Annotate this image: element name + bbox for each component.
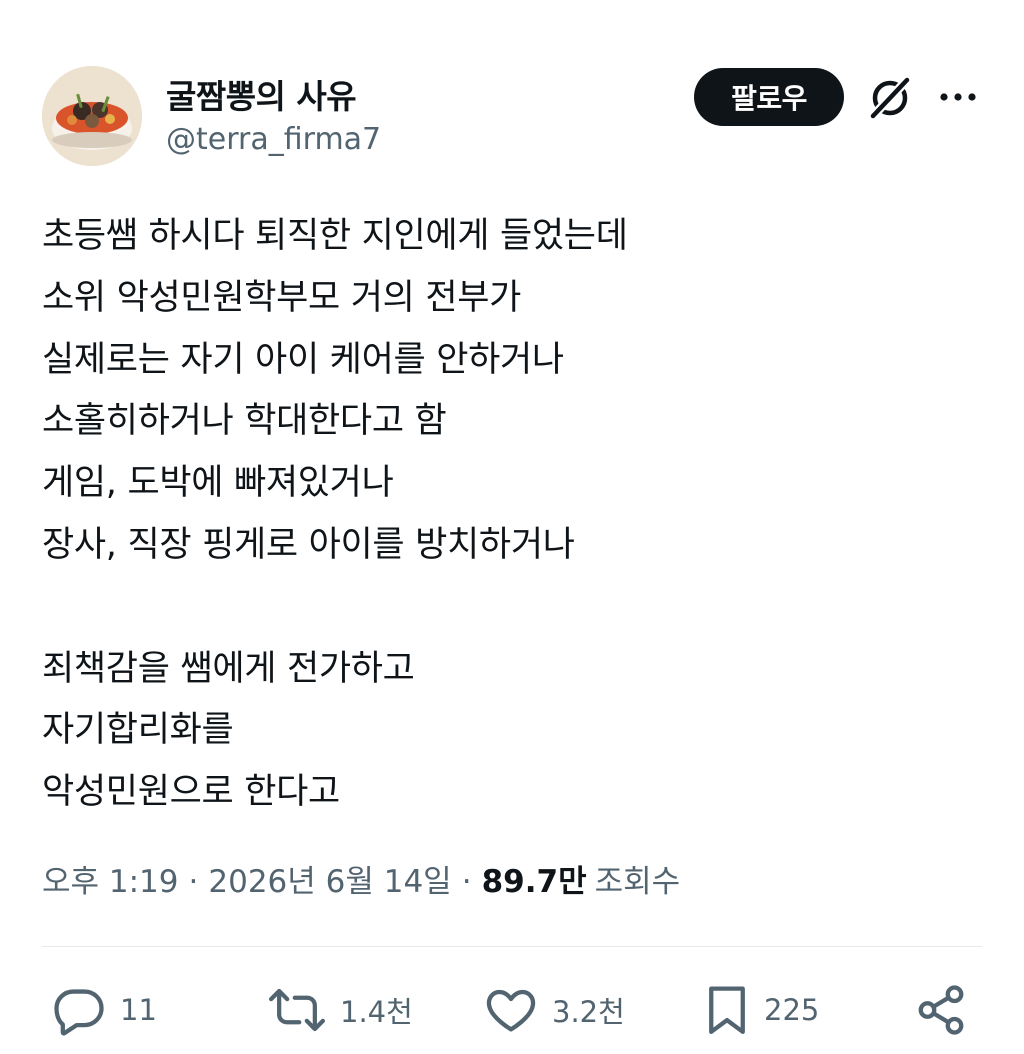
- grok-icon[interactable]: [866, 74, 914, 122]
- views-count[interactable]: 89.7만: [482, 856, 587, 901]
- display-name[interactable]: 굴짬뽕의 사유: [166, 70, 357, 118]
- like-count: 3.2천: [552, 995, 625, 1029]
- like-button[interactable]: 3.2천: [484, 980, 625, 1040]
- avatar-food-bowl-icon: [42, 66, 142, 166]
- bookmark-icon: [709, 986, 745, 1034]
- heart-icon: [486, 989, 536, 1032]
- post-text-line: 소홀히하거나 학대한다고 함: [42, 401, 447, 442]
- bookmark-button[interactable]: 225: [704, 980, 819, 1040]
- post-text-line: 악성민원으로 한다고: [42, 772, 340, 813]
- post-text-line: 초등쌤 하시다 퇴직한 지인에게 들었는데: [42, 216, 628, 256]
- post-text-line: 실제로는 자기 아이 케어를 안하거나: [42, 339, 564, 380]
- meta-separator: ·: [461, 864, 472, 900]
- bookmark-count: 225: [764, 993, 820, 1027]
- post-text-line: 게임, 도박에 빠져있거나: [42, 463, 394, 504]
- share-button[interactable]: [914, 980, 968, 1040]
- views-label: 조회수: [594, 864, 681, 900]
- user-handle[interactable]: @terra_firma7: [166, 122, 381, 157]
- repost-button[interactable]: 1.4천: [268, 980, 413, 1040]
- more-icon[interactable]: [936, 84, 980, 110]
- post-text-line: 자기합리화를: [42, 710, 234, 751]
- post-text-line: 죄책감을 쌤에게 전가하고: [42, 648, 415, 689]
- follow-button[interactable]: 팔로우: [694, 68, 844, 126]
- repost-count: 1.4천: [340, 995, 413, 1029]
- post-text-line: 장사, 직장 핑게로 아이를 방치하거나: [42, 524, 575, 565]
- post-time[interactable]: 오후 1:19: [42, 856, 179, 901]
- post-text: 초등쌤 하시다 퇴직한 지인에게 들었는데 소위 악성민원학부모 거의 전부가 …: [42, 206, 982, 824]
- post-text-blank-line: [42, 577, 982, 639]
- post-text-line: 소위 악성민원학부모 거의 전부가: [42, 277, 522, 318]
- reply-button[interactable]: 11: [52, 980, 157, 1040]
- reply-icon: [54, 989, 104, 1036]
- avatar[interactable]: [42, 66, 142, 166]
- post-date[interactable]: 2026년 6월 14일: [208, 856, 451, 901]
- repost-icon: [269, 988, 325, 1032]
- action-bar: 11 1.4천 3.2천 225: [0, 980, 1024, 1040]
- reply-count: 11: [120, 993, 157, 1027]
- meta-separator: ·: [188, 864, 199, 900]
- post-header: 굴짬뽕의 사유 @terra_firma7 팔로우: [0, 0, 1024, 190]
- divider: [42, 946, 982, 947]
- post-meta: 오후 1:19 · 2026년 6월 14일 · 89.7만 조회수: [42, 856, 680, 901]
- share-icon: [918, 985, 964, 1035]
